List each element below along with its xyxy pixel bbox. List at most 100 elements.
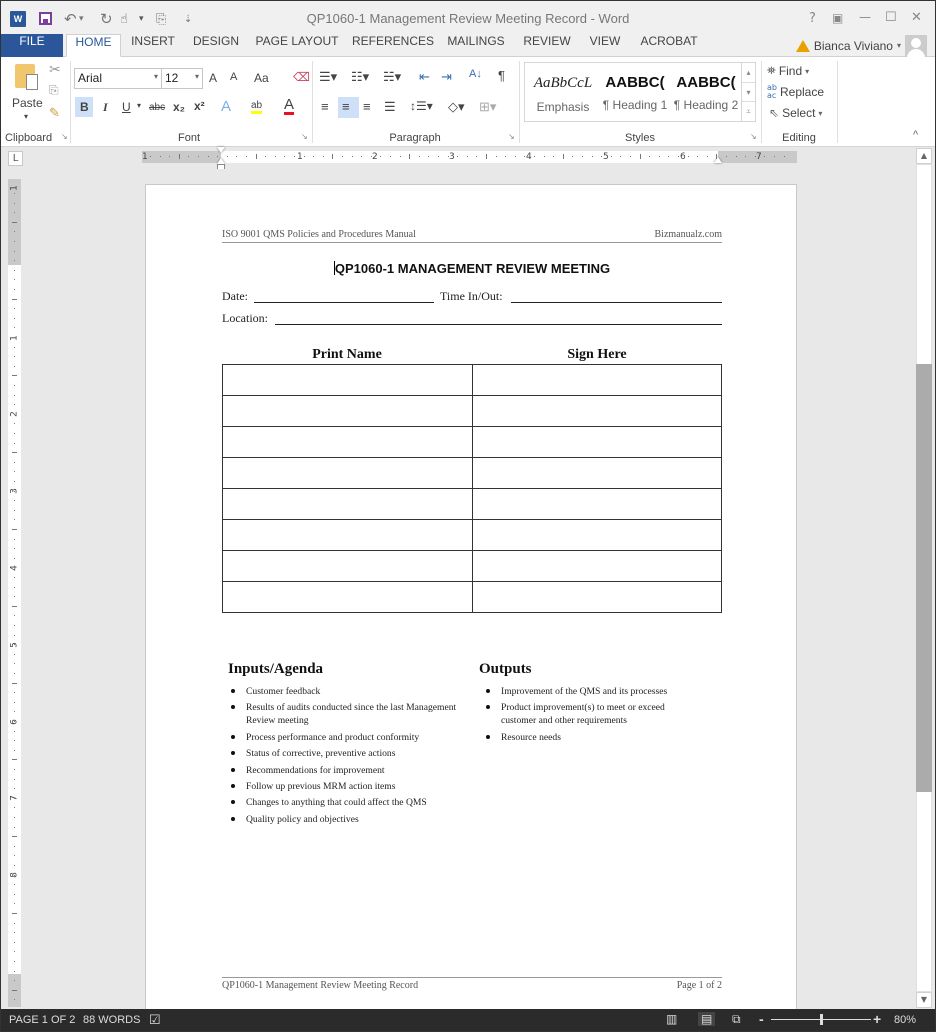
clipboard-qat-icon[interactable]: ⎘	[156, 10, 166, 28]
superscript-button[interactable]: x²	[194, 99, 205, 113]
close-icon[interactable]: ✕	[911, 10, 922, 25]
paste-dropdown-icon[interactable]: ▾	[24, 112, 28, 121]
sign-here-cell[interactable]	[471, 395, 722, 427]
bold-button[interactable]: B	[80, 100, 89, 114]
print-name-cell[interactable]	[222, 395, 473, 427]
ribbon-display-icon[interactable]: ▣	[832, 11, 843, 25]
grow-font-button[interactable]: A	[209, 71, 217, 85]
help-icon[interactable]: ?	[809, 11, 816, 26]
font-name-dropdown-icon[interactable]: ▾	[154, 72, 158, 81]
underline-dropdown-icon[interactable]: ▾	[137, 101, 141, 110]
clear-formatting-icon[interactable]: ⌫	[293, 70, 310, 84]
document-title[interactable]: QP1060-1 MANAGEMENT REVIEW MEETING	[146, 261, 798, 276]
first-line-indent-marker[interactable]	[217, 147, 225, 153]
cut-icon[interactable]: ✂	[49, 61, 61, 78]
subscript-button[interactable]: x₂	[173, 100, 185, 114]
borders-button[interactable]: ⊞▾	[479, 99, 496, 115]
word-count[interactable]: 88 WORDS	[83, 1014, 140, 1026]
location-field[interactable]	[275, 311, 722, 325]
minimize-icon[interactable]: —	[859, 10, 871, 24]
styles-more-icon[interactable]: ⩡	[742, 101, 755, 120]
page-count[interactable]: PAGE 1 OF 2	[9, 1014, 75, 1026]
proofing-icon[interactable]: ☑	[149, 1012, 161, 1028]
touch-dropdown-icon[interactable]: ▾	[139, 10, 144, 28]
web-layout-icon[interactable]: ⧉	[732, 1012, 741, 1027]
show-marks-button[interactable]: ¶	[498, 68, 505, 83]
sign-here-cell[interactable]	[471, 364, 722, 396]
shading-button[interactable]: ◇▾	[448, 99, 465, 115]
tab-page-layout[interactable]: PAGE LAYOUT	[251, 34, 343, 57]
format-painter-icon[interactable]: ✎	[49, 105, 60, 121]
date-field[interactable]	[254, 289, 434, 303]
document-page[interactable]: ISO 9001 QMS Policies and Procedures Man…	[145, 184, 797, 1009]
avatar[interactable]	[905, 34, 927, 57]
undo-icon[interactable]: ↶	[64, 10, 77, 28]
find-button[interactable]: ⛯ Find ▾	[767, 62, 809, 80]
align-left-button[interactable]: ≡	[321, 99, 329, 114]
sign-here-cell[interactable]	[471, 550, 722, 582]
customize-qat-icon[interactable]: ⇣	[184, 10, 192, 28]
user-dropdown-icon[interactable]: ▾	[897, 41, 901, 50]
style-heading-2[interactable]: AABBC( ¶ Heading 2	[671, 63, 741, 121]
save-icon[interactable]	[39, 12, 52, 25]
print-name-cell[interactable]	[222, 426, 473, 458]
numbering-button[interactable]: ☷▾	[351, 69, 369, 85]
tab-references[interactable]: REFERENCES	[351, 34, 435, 57]
right-indent-marker[interactable]	[714, 157, 722, 163]
sign-here-cell[interactable]	[471, 457, 722, 489]
sign-here-cell[interactable]	[471, 488, 722, 520]
italic-button[interactable]: I	[103, 100, 108, 115]
user-account[interactable]: Bianca Viviano ▾	[795, 34, 927, 57]
font-name-combo[interactable]: Arial ▾	[74, 68, 162, 89]
zoom-slider-thumb[interactable]	[820, 1014, 823, 1025]
tab-file[interactable]: FILE	[1, 34, 63, 57]
sign-here-cell[interactable]	[471, 581, 722, 613]
print-name-cell[interactable]	[222, 364, 473, 396]
select-dropdown-icon[interactable]: ▾	[818, 109, 822, 118]
collapse-ribbon-icon[interactable]: ^	[913, 129, 918, 141]
print-name-cell[interactable]	[222, 550, 473, 582]
zoom-in-button[interactable]: +	[873, 1011, 881, 1027]
print-name-cell[interactable]	[222, 519, 473, 551]
styles-up-icon[interactable]: ▴	[742, 63, 755, 82]
touch-mode-icon[interactable]: ☝	[120, 10, 128, 28]
time-field[interactable]	[511, 289, 722, 303]
scroll-down-icon[interactable]: ▼	[916, 992, 932, 1008]
bullets-button[interactable]: ☰▾	[319, 69, 337, 85]
paragraph-launcher-icon[interactable]: ↘	[508, 132, 515, 141]
sign-here-cell[interactable]	[471, 519, 722, 551]
vertical-ruler[interactable]: 1 1 2 3 4 5 6 7 8	[8, 179, 21, 1007]
font-size-combo[interactable]: 12 ▾	[161, 68, 203, 89]
sign-here-cell[interactable]	[471, 426, 722, 458]
styles-launcher-icon[interactable]: ↘	[750, 132, 757, 141]
select-button[interactable]: ⇖ Select ▾	[769, 104, 822, 122]
style-heading-1[interactable]: AABBC( ¶ Heading 1	[599, 63, 671, 121]
tab-insert[interactable]: INSERT	[123, 34, 183, 57]
style-emphasis[interactable]: AaBbCcL Emphasis	[528, 63, 598, 121]
document-canvas[interactable]: ISO 9001 QMS Policies and Procedures Man…	[25, 169, 915, 1009]
read-mode-icon[interactable]: ▥	[666, 1012, 677, 1026]
tab-home[interactable]: HOME	[66, 34, 121, 57]
undo-dropdown-icon[interactable]: ▾	[79, 10, 84, 28]
clipboard-launcher-icon[interactable]: ↘	[61, 132, 68, 141]
font-color-button[interactable]: A	[284, 97, 295, 115]
zoom-out-button[interactable]: -	[759, 1011, 764, 1027]
font-launcher-icon[interactable]: ↘	[301, 132, 308, 141]
font-size-dropdown-icon[interactable]: ▾	[195, 72, 199, 81]
print-layout-icon[interactable]: ▤	[698, 1012, 716, 1026]
sort-button[interactable]: A↓	[469, 68, 482, 80]
highlight-button[interactable]: ab	[251, 100, 263, 114]
styles-down-icon[interactable]: ▾	[742, 82, 755, 101]
horizontal-ruler[interactable]: 1 1 2 3 4 5 6 7	[142, 147, 797, 170]
tab-acrobat[interactable]: ACROBAT	[633, 34, 705, 57]
line-spacing-button[interactable]: ↕☰▾	[410, 99, 433, 113]
tab-view[interactable]: VIEW	[583, 34, 627, 57]
tab-mailings[interactable]: MAILINGS	[443, 34, 509, 57]
decrease-indent-button[interactable]: ⇤	[419, 69, 430, 85]
change-case-button[interactable]: Aa	[254, 71, 269, 85]
redo-icon[interactable]: ↻	[100, 10, 113, 28]
maximize-icon[interactable]: ☐	[885, 10, 897, 25]
print-name-cell[interactable]	[222, 457, 473, 489]
tab-design[interactable]: DESIGN	[185, 34, 247, 57]
vertical-scrollbar[interactable]: ▲ ▼	[915, 147, 934, 1009]
